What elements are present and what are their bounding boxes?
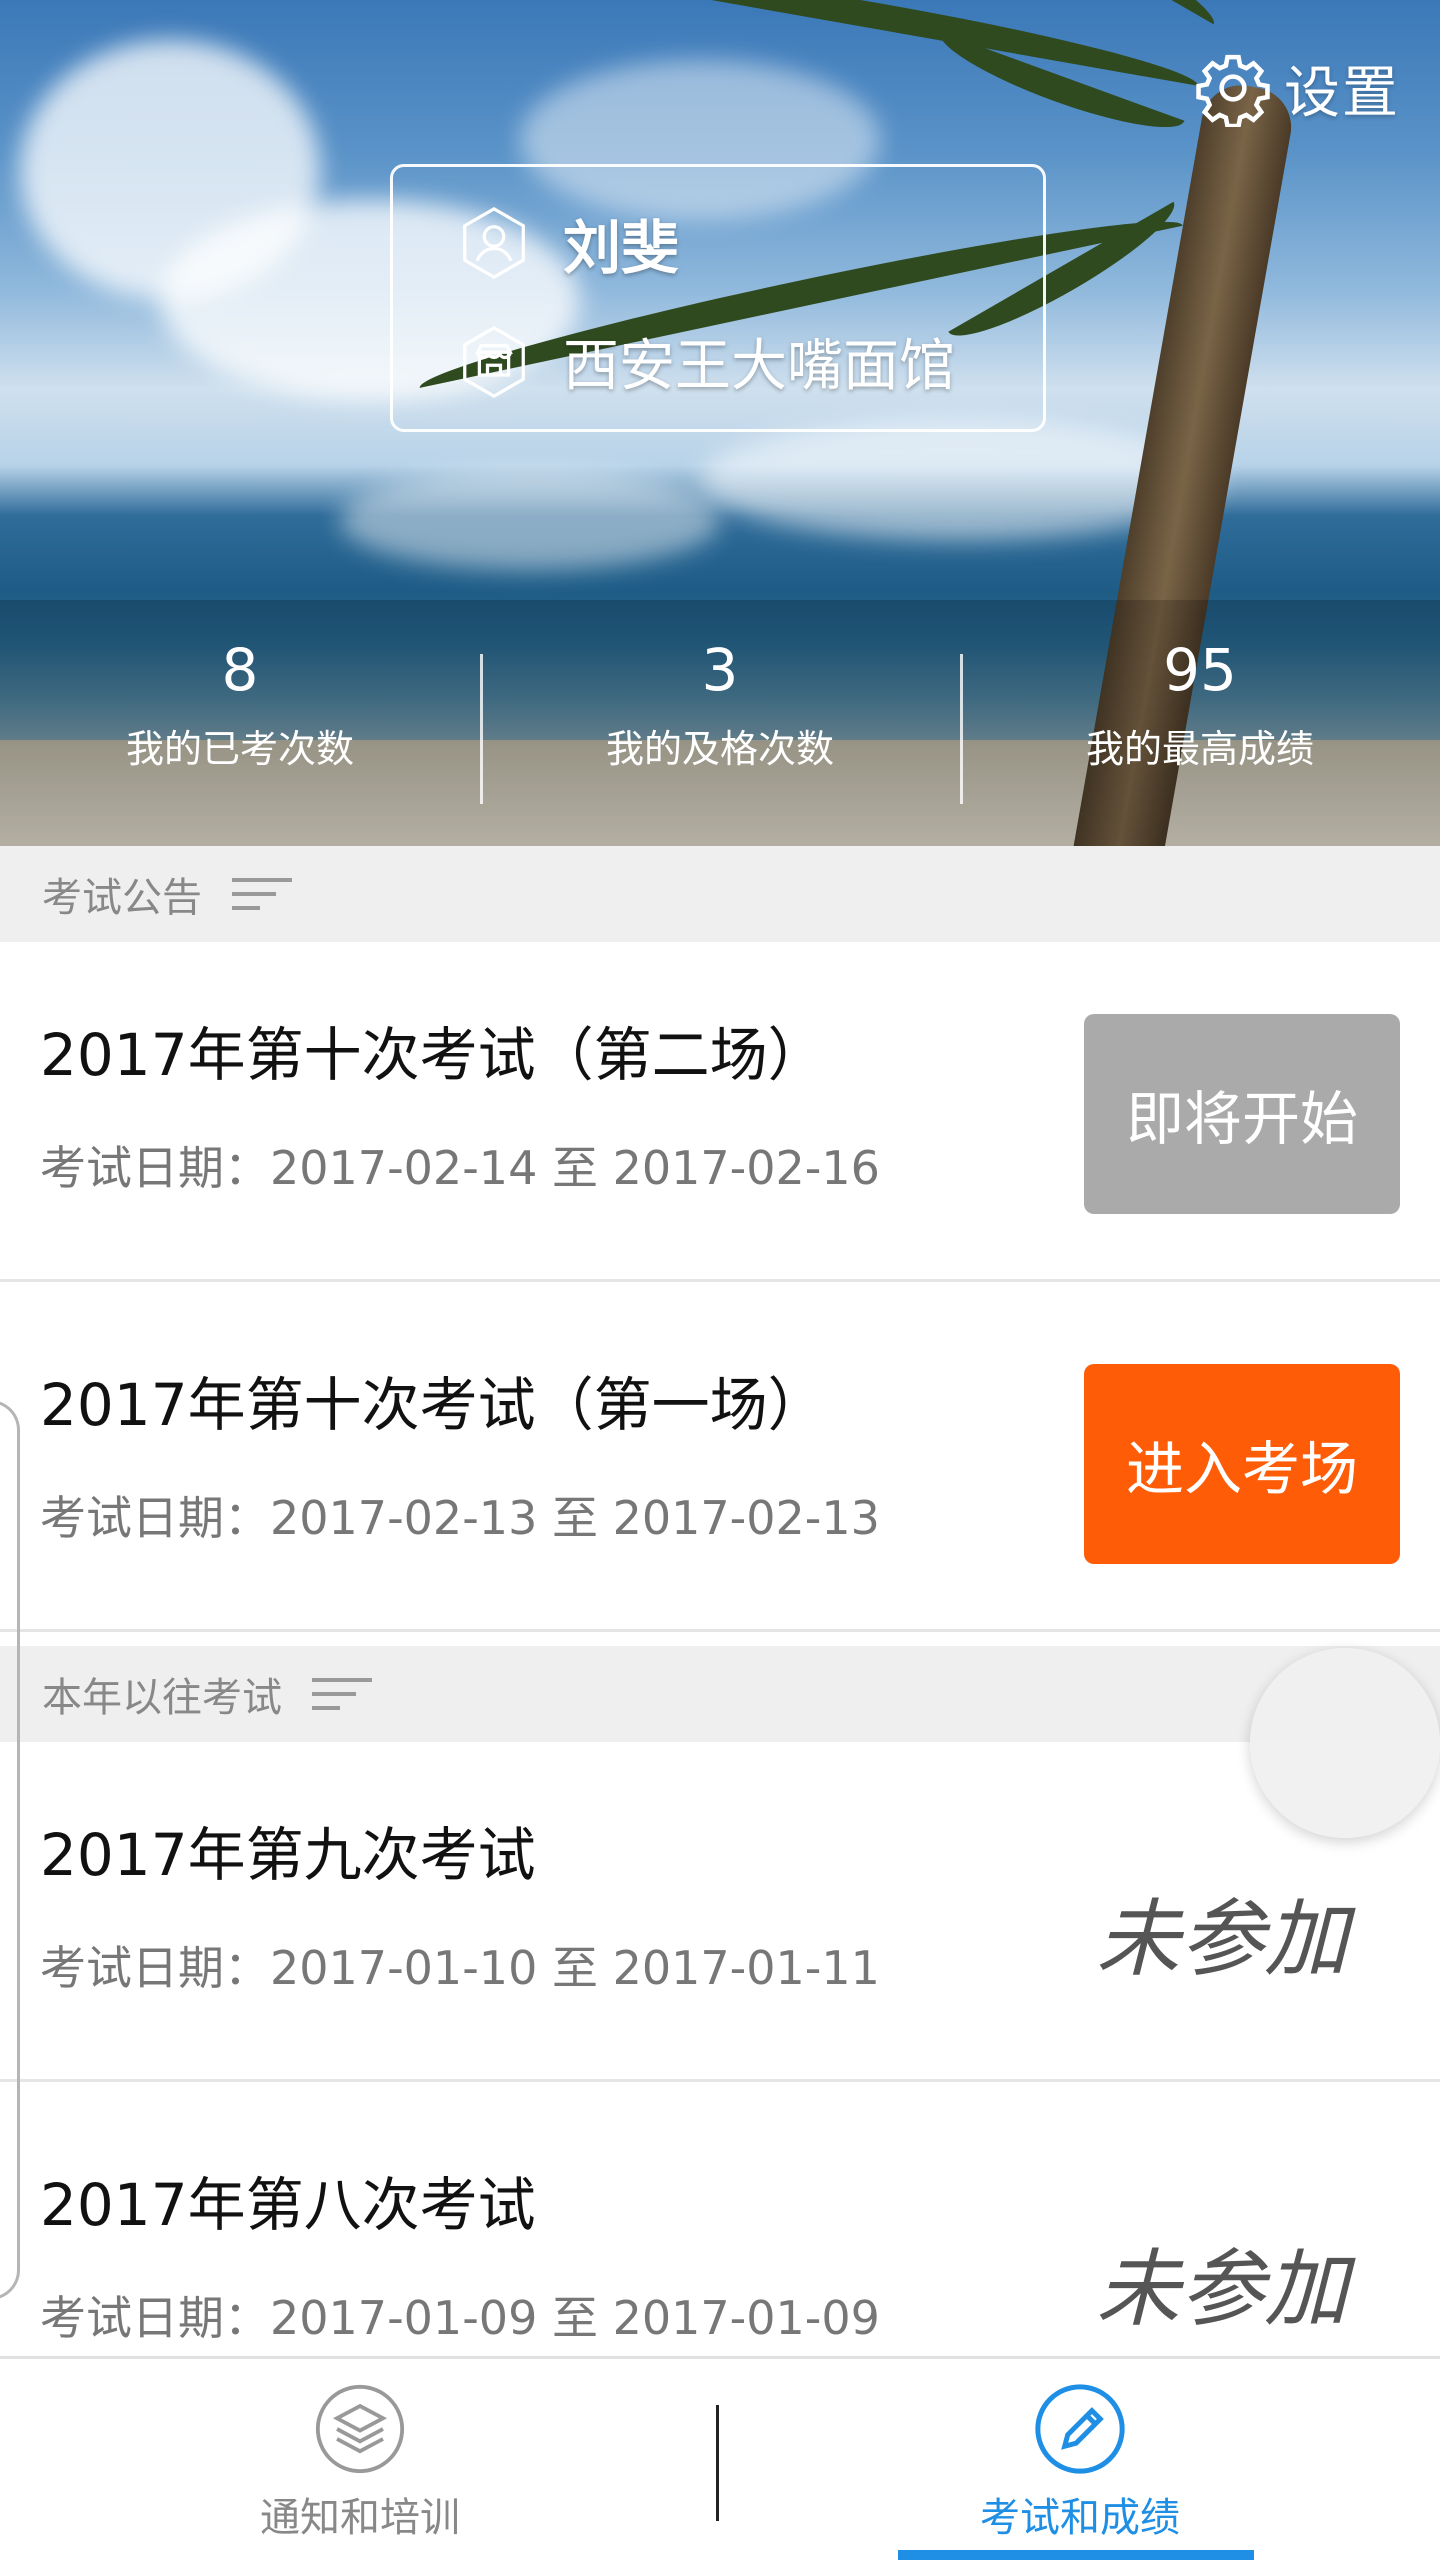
tab-label: 考试和成绩 <box>980 2495 1180 2541</box>
stat-value: 8 <box>221 636 259 704</box>
stat-best-score: 95 我的最高成绩 <box>960 600 1440 846</box>
stat-divider <box>480 654 483 804</box>
stat-label: 我的最高成绩 <box>1085 727 1314 771</box>
stat-value: 95 <box>1163 636 1237 704</box>
list-icon <box>312 1678 372 1710</box>
settings-button[interactable]: 设置 <box>1194 48 1400 128</box>
nav-divider <box>716 2405 719 2521</box>
stat-exams-passed: 3 我的及格次数 <box>480 600 960 846</box>
exam-title: 2017年第八次考试 <box>40 2171 536 2239</box>
gear-icon <box>1196 54 1270 127</box>
section-title: 考试公告 <box>42 875 202 921</box>
exam-title: 2017年第十次考试（第一场） <box>40 1371 826 1439</box>
exam-date: 考试日期：2017-02-13 至 2017-02-13 <box>40 1491 880 1545</box>
exam-title: 2017年第九次考试 <box>40 1821 536 1889</box>
profile-card: 刘斐 西安王大嘴面馆 <box>390 164 1046 432</box>
floating-assist-button[interactable] <box>1250 1648 1440 1838</box>
tab-notice-training[interactable]: 通知和培训 <box>0 2359 720 2563</box>
edge-drawer-handle[interactable] <box>0 1400 20 2300</box>
store-icon <box>463 325 525 398</box>
active-tab-indicator <box>898 2550 1254 2560</box>
user-name: 刘斐 <box>563 214 680 282</box>
exam-title: 2017年第十次考试（第二场） <box>40 1021 826 1089</box>
absent-status: 未参加 <box>1095 1890 1348 1988</box>
settings-label: 设置 <box>1284 60 1400 126</box>
stat-label: 我的已考次数 <box>125 727 354 771</box>
list-icon <box>232 878 292 910</box>
tab-label: 通知和培训 <box>260 2495 460 2541</box>
section-header-past-exams: 本年以往考试 <box>0 1646 1440 1742</box>
profile-header: 设置 刘斐 西安王大嘴面馆 8 我的已考次数 3 我的及格次数 95 我的最高成… <box>0 0 1440 846</box>
list-item[interactable]: 2017年第十次考试（第一场） 考试日期：2017-02-13 至 2017-0… <box>0 1292 1440 1632</box>
bottom-nav: 通知和培训 考试和成绩 <box>0 2356 1440 2560</box>
shop-name: 西安王大嘴面馆 <box>563 334 955 399</box>
stat-exams-taken: 8 我的已考次数 <box>0 600 480 846</box>
section-header-announcements: 考试公告 <box>0 846 1440 942</box>
list-item[interactable]: 2017年第九次考试 考试日期：2017-01-10 至 2017-01-11 … <box>0 1742 1440 2082</box>
stat-label: 我的及格次数 <box>605 727 834 771</box>
tab-exams-scores[interactable]: 考试和成绩 <box>720 2359 1440 2563</box>
stat-value: 3 <box>701 636 739 704</box>
exam-date: 考试日期：2017-01-10 至 2017-01-11 <box>40 1941 880 1995</box>
section-title: 本年以往考试 <box>42 1675 282 1721</box>
stats-bar: 8 我的已考次数 3 我的及格次数 95 我的最高成绩 <box>0 600 1440 846</box>
absent-status: 未参加 <box>1095 2240 1348 2338</box>
exam-date: 考试日期：2017-02-14 至 2017-02-16 <box>40 1141 880 1195</box>
exam-date: 考试日期：2017-01-09 至 2017-01-09 <box>40 2291 880 2345</box>
layers-icon <box>315 2384 405 2474</box>
stat-divider <box>960 654 963 804</box>
enter-exam-button[interactable]: 进入考场 <box>1084 1364 1400 1564</box>
upcoming-button[interactable]: 即将开始 <box>1084 1014 1400 1214</box>
user-icon <box>463 206 525 280</box>
pencil-icon <box>1035 2384 1125 2474</box>
list-item[interactable]: 2017年第十次考试（第二场） 考试日期：2017-02-14 至 2017-0… <box>0 942 1440 1282</box>
